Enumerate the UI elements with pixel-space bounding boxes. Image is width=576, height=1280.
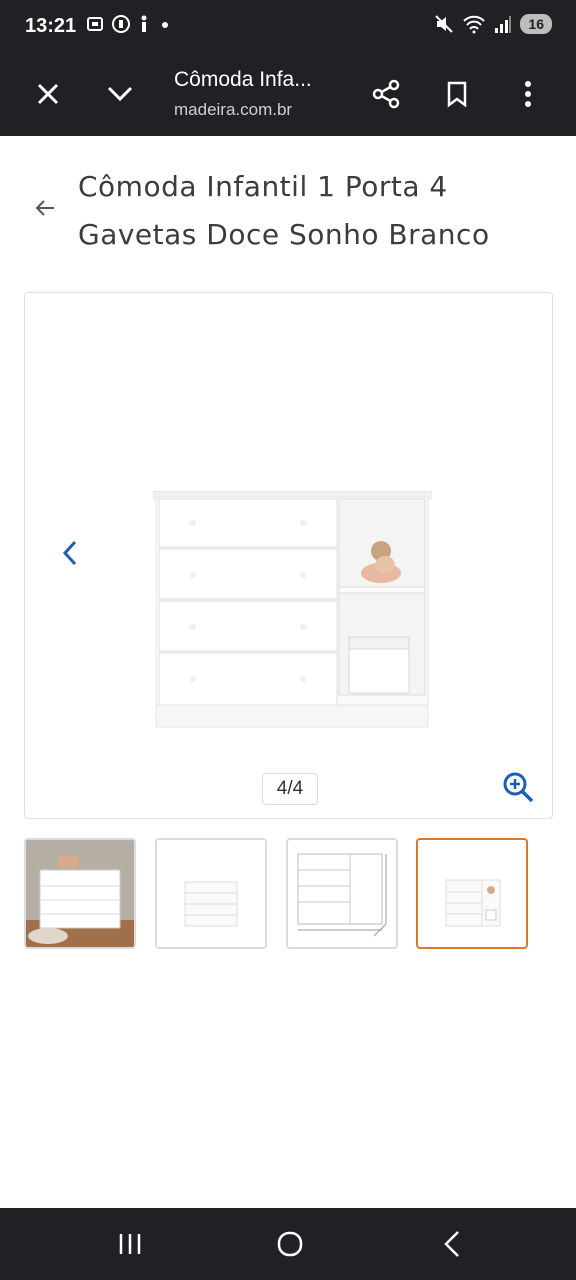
status-right-icons: 16 [434, 14, 552, 34]
share-icon [372, 79, 400, 109]
image-gallery: 4/4 [24, 292, 553, 819]
arrow-left-icon [35, 200, 54, 216]
battery-indicator: 16 [520, 14, 552, 34]
minimize-button[interactable] [90, 52, 150, 136]
dresser-with-shelf-image [445, 879, 501, 927]
more-vert-icon [525, 81, 531, 107]
drawers-front-image [184, 881, 238, 927]
thumbnail-strip [24, 838, 544, 950]
chevron-left-icon [62, 540, 77, 566]
signal-icon [495, 16, 512, 33]
dimensions-thumbnail[interactable] [286, 838, 398, 949]
bookmark-icon [447, 81, 467, 108]
mute-icon [435, 15, 454, 33]
more-options-button[interactable] [498, 52, 558, 136]
chevron-down-icon [107, 86, 133, 102]
recents-button[interactable] [90, 1208, 170, 1280]
dimensions-image [297, 853, 387, 937]
wifi-icon [463, 15, 486, 34]
back-button[interactable] [28, 193, 62, 223]
system-nav-bar [0, 1208, 576, 1280]
close-icon [37, 83, 59, 105]
browser-toolbar: Cômoda Infa... madeira.com.br [0, 52, 576, 136]
image-counter: 4/4 [262, 773, 318, 805]
home-icon [277, 1231, 303, 1257]
status-time: 13:21 [25, 15, 77, 37]
share-button[interactable] [356, 52, 416, 136]
product-title: Cômoda Infantil 1 Porta 4 Gavetas Doce S… [78, 170, 490, 251]
page-url-label: madeira.com.br [174, 100, 293, 119]
zoom-button[interactable] [500, 769, 536, 805]
room-scene-thumbnail[interactable] [24, 838, 136, 949]
screenshot-icon [87, 17, 103, 31]
back-icon [444, 1231, 459, 1257]
bookmark-button[interactable] [427, 52, 487, 136]
dot-icon [162, 22, 168, 28]
status-left-icons [85, 14, 173, 34]
gallery-prev-button[interactable] [55, 538, 85, 568]
page-title-label: Cômoda Infa... [174, 68, 312, 91]
dresser-with-shelf-thumbnail[interactable] [416, 838, 528, 949]
zoom-in-icon [503, 772, 534, 803]
drawers-front-thumbnail[interactable] [155, 838, 267, 949]
info-icon [141, 15, 147, 32]
product-image[interactable] [153, 491, 433, 731]
system-back-button[interactable] [412, 1208, 492, 1280]
home-button[interactable] [250, 1208, 330, 1280]
recents-icon [119, 1234, 141, 1254]
vpn-icon [112, 15, 130, 33]
status-bar: 13:21 16 [0, 0, 576, 52]
room-scene-image [26, 840, 134, 947]
close-tab-button[interactable] [18, 52, 78, 136]
